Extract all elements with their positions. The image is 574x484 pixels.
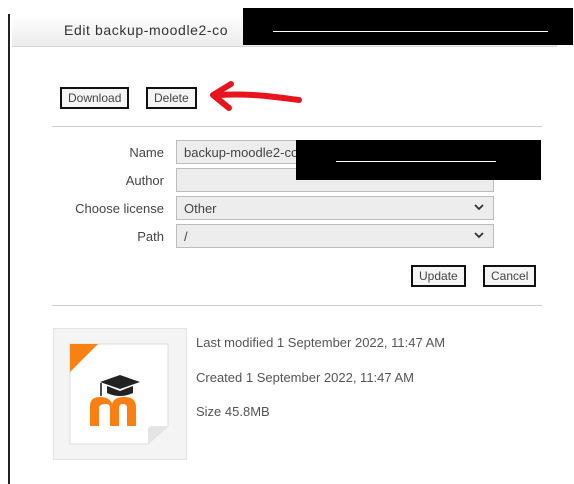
cancel-button[interactable]: Cancel — [483, 265, 537, 287]
author-label: Author — [125, 173, 164, 188]
chevron-down-icon — [474, 204, 484, 211]
size-text: Size 45.8MB — [196, 404, 270, 419]
license-select-value: Other — [184, 201, 217, 216]
divider — [52, 305, 542, 306]
dialog-title: Edit backup-moodle2-co — [64, 22, 229, 38]
file-thumbnail — [53, 328, 187, 460]
redaction-bar-name — [296, 140, 541, 180]
update-button[interactable]: Update — [411, 265, 466, 287]
moodle-logo-icon — [69, 343, 169, 445]
name-label: Name — [129, 145, 164, 160]
license-label: Choose license — [75, 201, 164, 216]
path-select-value: / — [184, 229, 188, 244]
path-select[interactable]: / — [176, 224, 494, 248]
path-label: Path — [137, 229, 164, 244]
last-modified-text: Last modified 1 September 2022, 11:47 AM — [196, 335, 446, 350]
dialog-border — [8, 14, 10, 484]
license-select[interactable]: Other — [176, 196, 494, 220]
red-arrow-annotation — [210, 81, 302, 111]
redaction-bar-title — [243, 8, 573, 45]
delete-button[interactable]: Delete — [146, 87, 197, 109]
download-button[interactable]: Download — [60, 87, 130, 109]
divider — [52, 126, 542, 127]
created-text: Created 1 September 2022, 11:47 AM — [196, 370, 415, 385]
chevron-down-icon — [474, 232, 484, 239]
